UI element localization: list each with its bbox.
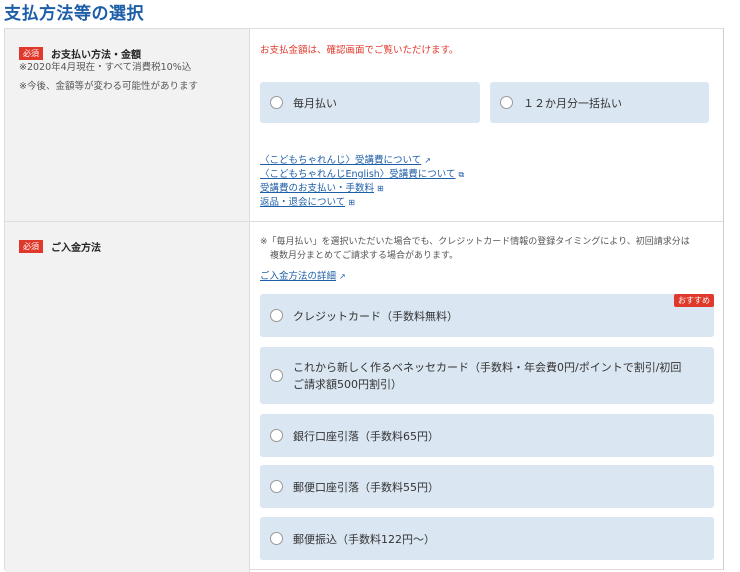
radio-icon <box>270 429 283 442</box>
page-title: 支払方法等の選択 <box>4 4 144 24</box>
option-label: 毎月払い <box>293 96 337 110</box>
link-fee-english[interactable]: 〈こどもちゃれんじEnglish〉受講費について ⧉ <box>260 168 464 182</box>
deposit-details-link[interactable]: ご入金方法の詳細 ↗ <box>260 270 346 284</box>
link-returns[interactable]: 返品・退会について ⊞ <box>260 196 464 210</box>
radio-icon <box>270 369 283 382</box>
option-label: 郵便口座引落（手数料55円） <box>293 480 439 494</box>
radio-icon <box>270 532 283 545</box>
option-label: １２か月分一括払い <box>523 96 622 110</box>
radio-icon <box>270 96 283 109</box>
radio-icon <box>270 480 283 493</box>
payment-form: 必須 お支払い方法・金額 ※2020年4月現在・すべて消費税10%込 ※今後、金額… <box>4 28 724 572</box>
field-label: ご入金方法 <box>51 243 101 254</box>
option-monthly[interactable]: 毎月払い <box>260 82 480 123</box>
radio-icon <box>500 96 513 109</box>
expand-icon: ⊞ <box>377 184 384 193</box>
required-badge: 必須 <box>19 240 43 253</box>
deposit-method-label-cell: 必須 ご入金方法 <box>5 222 250 572</box>
option-benesse-card[interactable]: これから新しく作るベネッセカード（手数料・年会費0円/ポイントで割引/初回 ご請求… <box>260 347 714 404</box>
option-credit-card[interactable]: クレジットカード（手数料無料） おすすめ <box>260 294 714 337</box>
option-bank-debit[interactable]: 銀行口座引落（手数料65円） <box>260 414 714 457</box>
link-fee-kodomo[interactable]: 〈こどもちゃれんじ〉受講費について ↗ <box>260 154 464 168</box>
external-link-icon: ↗ <box>424 156 431 165</box>
link-payment-fees[interactable]: 受講費のお支払い・手数料 ⊞ <box>260 182 464 196</box>
option-annual[interactable]: １２か月分一括払い <box>490 82 709 123</box>
price-change-note: ※今後、金額等が変わる可能性があります <box>19 81 198 92</box>
expand-icon: ⊞ <box>348 198 355 207</box>
option-label: クレジットカード（手数料無料） <box>293 309 458 323</box>
option-label: 郵便振込（手数料122円〜） <box>293 532 435 546</box>
option-postal-transfer[interactable]: 郵便振込（手数料122円〜） <box>260 517 714 560</box>
new-window-icon: ⧉ <box>458 170 465 179</box>
payment-method-cell: お支払金額は、確認画面でご覧いただけます。 毎月払い １２か月分一括払い 〈こど… <box>250 29 723 222</box>
payment-method-label-cell: 必須 お支払い方法・金額 ※2020年4月現在・すべて消費税10%込 ※今後、金額… <box>5 29 250 222</box>
external-link-icon: ↗ <box>339 272 346 281</box>
option-label: 銀行口座引落（手数料65円） <box>293 429 439 443</box>
radio-icon <box>270 309 283 322</box>
tax-note: ※2020年4月現在・すべて消費税10%込 <box>19 62 192 73</box>
option-postal-debit[interactable]: 郵便口座引落（手数料55円） <box>260 465 714 508</box>
recommended-badge: おすすめ <box>674 294 714 307</box>
amount-notice: お支払金額は、確認画面でご覧いただけます。 <box>260 45 459 56</box>
deposit-method-cell: ※「毎月払い」を選択いただいた場合でも、クレジットカード情報の登録タイミングによ… <box>250 222 723 572</box>
billing-note: ※「毎月払い」を選択いただいた場合でも、クレジットカード情報の登録タイミングによ… <box>260 237 690 261</box>
option-label: これから新しく作るベネッセカード（手数料・年会費0円/ポイントで割引/初回 ご請求… <box>293 360 682 391</box>
